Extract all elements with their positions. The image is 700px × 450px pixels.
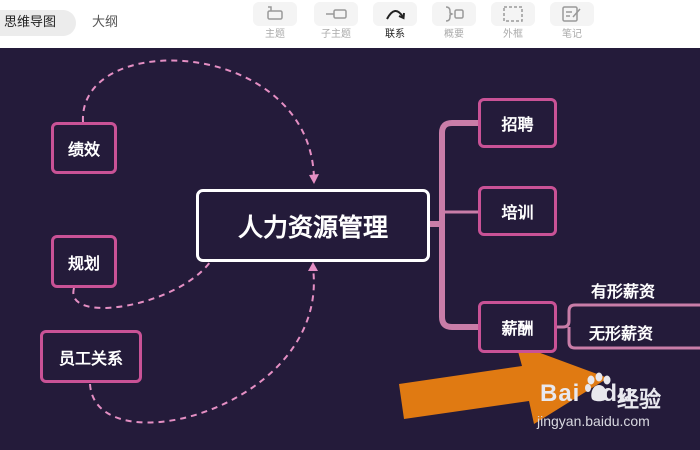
- relation-line-performance[interactable]: [81, 59, 315, 179]
- central-topic[interactable]: 人力资源管理: [196, 189, 430, 262]
- branch-connector: [428, 120, 700, 350]
- watermark-url: jingyan.baidu.com: [537, 413, 650, 429]
- subtopic-tool-button[interactable]: 子主题: [311, 2, 361, 46]
- topic-training-label: 培训: [501, 203, 534, 222]
- note-pencil-icon: [550, 2, 594, 26]
- topic-salary[interactable]: 薪酬: [478, 301, 557, 353]
- floating-topic-employee-relations-label: 员工关系: [58, 348, 123, 368]
- floating-topic-performance[interactable]: 绩效: [51, 122, 117, 174]
- relation-label: 联系: [385, 29, 405, 40]
- note-tool-button[interactable]: 笔记: [547, 2, 597, 46]
- relation-tool-button[interactable]: 联系: [370, 2, 420, 46]
- mindmap-canvas[interactable]: 人力资源管理 招聘 培训 薪酬 有形薪资 无形薪资 绩效 规划 员工关系 Bai…: [0, 48, 700, 450]
- tab-mindmap[interactable]: 思维导图: [0, 10, 76, 36]
- topic-recruitment-label: 招聘: [501, 115, 534, 134]
- topic-tangible-pay[interactable]: 有形薪资: [591, 278, 655, 302]
- floating-topic-planning[interactable]: 规划: [51, 235, 117, 288]
- relation-arrow-icon: [373, 2, 417, 26]
- topic-recruitment[interactable]: 招聘: [478, 98, 557, 148]
- floating-topic-performance-label: 绩效: [67, 140, 100, 159]
- boundary-dashed-box-icon: [491, 2, 535, 26]
- boundary-tool-button[interactable]: 外框: [488, 2, 538, 46]
- topic-label: 主题: [265, 29, 285, 40]
- topic-salary-label: 薪酬: [501, 319, 534, 338]
- central-topic-label: 人力资源管理: [237, 212, 388, 242]
- top-toolbar: 思维导图 大纲 主题 子主题 联系 概要 外框 笔记: [0, 0, 700, 48]
- watermark-brand-text: 经验: [617, 388, 662, 413]
- baidu-paw-icon: [585, 372, 611, 402]
- summary-tool-button[interactable]: 概要: [429, 2, 479, 46]
- subtopic-label: 子主题: [321, 29, 351, 40]
- summary-brace-icon: [432, 2, 476, 26]
- subtopic-icon: [314, 2, 358, 26]
- topic-icon: [253, 2, 297, 26]
- floating-topic-employee-relations[interactable]: 员工关系: [40, 330, 142, 383]
- boundary-label: 外框: [503, 29, 523, 40]
- summary-label: 概要: [444, 29, 464, 40]
- topic-training[interactable]: 培训: [478, 186, 557, 236]
- note-label: 笔记: [562, 29, 582, 40]
- tab-outline[interactable]: 大纲: [92, 10, 118, 36]
- floating-topic-planning-label: 规划: [67, 253, 100, 273]
- topic-tool-button[interactable]: 主题: [250, 2, 300, 46]
- topic-intangible-pay[interactable]: 无形薪资: [589, 320, 653, 344]
